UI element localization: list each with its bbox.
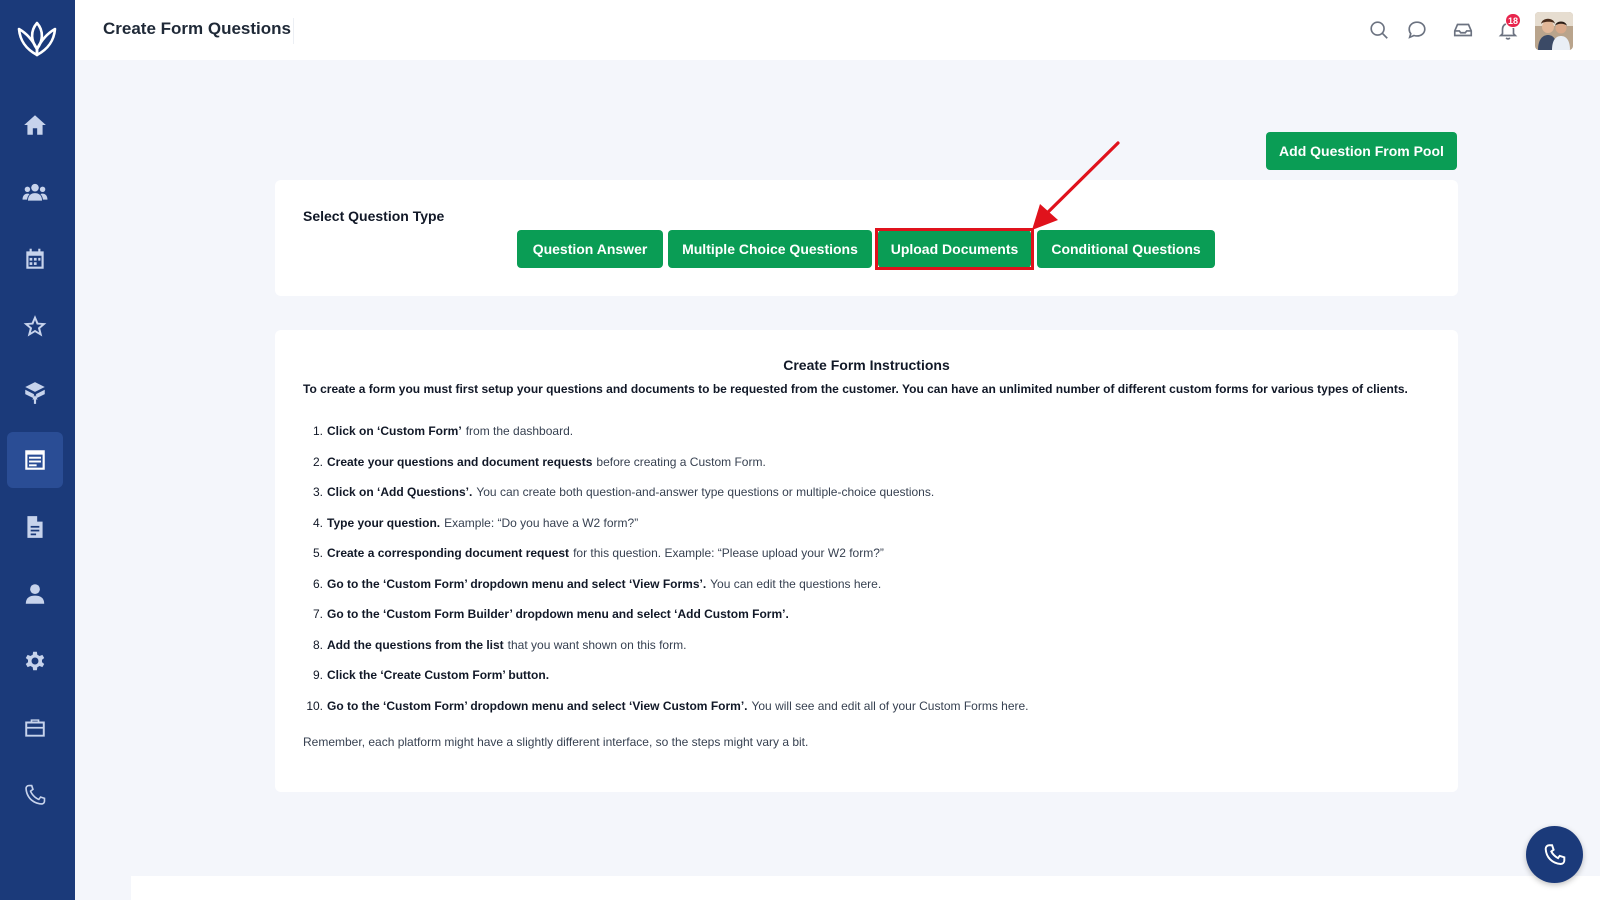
- sidebar-item-users[interactable]: [7, 164, 63, 220]
- sidebar-item-calendar[interactable]: [7, 231, 63, 287]
- calendar-icon: [26, 248, 44, 269]
- sidebar: [0, 0, 75, 900]
- avatar-photo-icon: [1535, 12, 1573, 50]
- document-icon: [27, 516, 43, 538]
- chat-icon: [1408, 21, 1426, 39]
- list-item: 2. Create your questions and document req…: [312, 454, 766, 469]
- user-avatar[interactable]: [1535, 12, 1573, 50]
- multiple-choice-button[interactable]: Multiple Choice Questions: [668, 230, 872, 268]
- sidebar-item-calls[interactable]: [7, 767, 63, 823]
- instructions-heading: Create Form Instructions: [783, 357, 950, 373]
- sidebar-item-documents[interactable]: [7, 499, 63, 555]
- sidebar-item-profile[interactable]: [7, 566, 63, 622]
- sidebar-item-packages[interactable]: [7, 365, 63, 421]
- box-icon: [25, 382, 45, 404]
- list-item: 8. Add the questions from the list that yo…: [312, 637, 687, 652]
- instructions-card: Create Form Instructions To create a for…: [275, 330, 1458, 792]
- phone-icon: [1544, 843, 1565, 865]
- messages-button[interactable]: [1405, 18, 1429, 42]
- notification-badge: 18: [1505, 13, 1522, 28]
- add-question-from-pool-button[interactable]: Add Question From Pool: [1266, 132, 1457, 170]
- instructions-steps: 1. Click on ‘Custom Form’ from the dashboa…: [303, 424, 1029, 729]
- list-item: 9. Click the ‘Create Custom Form’ button.: [312, 668, 550, 682]
- floating-call-button[interactable]: [1526, 826, 1583, 883]
- list-item: 5. Create a corresponding document reques…: [312, 546, 884, 560]
- instructions-footer: Remember, each platform might have a sli…: [303, 735, 809, 749]
- question-type-card: Select Question Type Question Answer Mul…: [275, 180, 1458, 296]
- title-divider: [293, 18, 294, 44]
- form-builder-icon: [25, 450, 45, 470]
- list-item: 1. Click on ‘Custom Form’ from the dashboa…: [312, 424, 574, 438]
- briefcase-icon: [25, 719, 45, 737]
- sidebar-item-favorites[interactable]: [7, 298, 63, 354]
- home-icon: [24, 115, 46, 135]
- brand-logo[interactable]: [12, 14, 62, 64]
- gear-icon: [25, 651, 45, 671]
- upload-documents-button[interactable]: Upload Documents: [878, 230, 1031, 268]
- footer-strip: [131, 876, 1600, 900]
- list-item: 10. Go to the ‘Custom Form’ dropdown menu…: [306, 698, 1029, 713]
- question-type-label: Select Question Type: [303, 208, 445, 224]
- star-icon: [23, 315, 47, 337]
- list-item: 3. Click on ‘Add Questions’. You can creat…: [312, 485, 935, 499]
- search-button[interactable]: [1367, 18, 1391, 42]
- inbox-icon: [1453, 23, 1473, 37]
- search-icon: [1370, 21, 1388, 39]
- sidebar-item-jobs[interactable]: [7, 700, 63, 756]
- users-icon: [22, 183, 48, 201]
- instructions-intro: To create a form you must first setup yo…: [303, 382, 1408, 396]
- question-answer-button[interactable]: Question Answer: [517, 230, 663, 268]
- conditional-questions-button[interactable]: Conditional Questions: [1037, 230, 1215, 268]
- user-icon: [25, 584, 45, 604]
- page-title: Create Form Questions: [103, 19, 291, 38]
- lotus-logo-icon: [17, 21, 57, 57]
- list-item: 7. Go to the ‘Custom Form Builder’ dropdo…: [312, 607, 789, 621]
- inbox-button[interactable]: [1451, 18, 1475, 42]
- list-item: 4. Type your question. Example: “Do you ha…: [312, 515, 639, 530]
- top-bar: Create Form Questions 18: [75, 0, 1600, 60]
- list-item: 6. Go to the ‘Custom Form’ dropdown menu …: [312, 576, 882, 591]
- phone-icon: [25, 784, 46, 805]
- sidebar-item-settings[interactable]: [7, 633, 63, 689]
- sidebar-item-home[interactable]: [7, 97, 63, 153]
- sidebar-item-form-builder[interactable]: [7, 432, 63, 488]
